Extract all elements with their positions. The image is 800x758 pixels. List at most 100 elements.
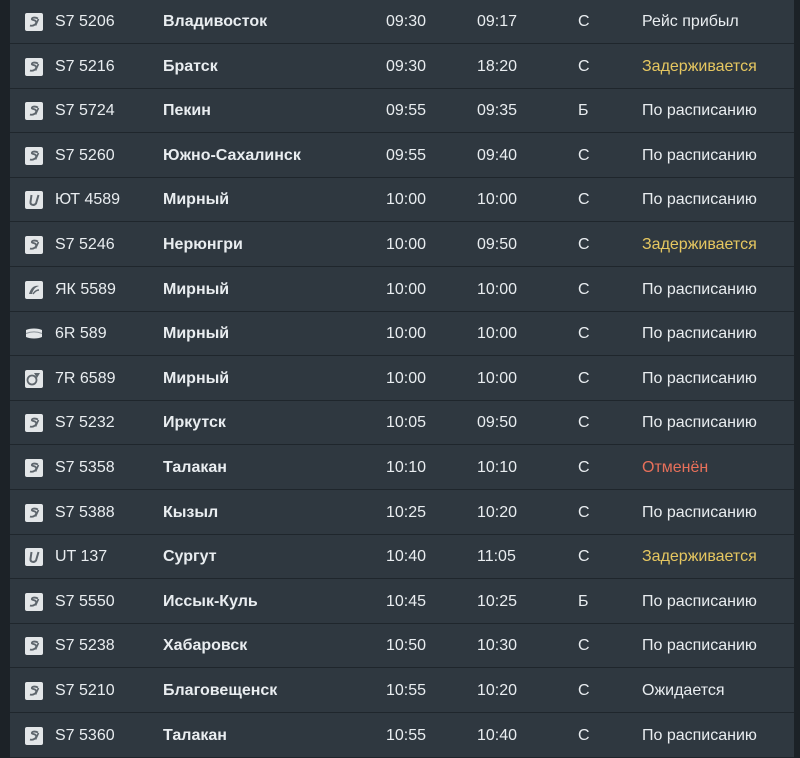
terminal: С	[578, 281, 590, 298]
table-row: S7 5216 Братск 09:30 18:20 С Задерживается	[10, 45, 794, 89]
terminal: Б	[578, 102, 589, 119]
utair-logo-icon	[25, 191, 43, 209]
flight-status: По расписанию	[642, 637, 757, 654]
flight-status: По расписанию	[642, 191, 757, 208]
flight-number: S7 5232	[55, 414, 115, 431]
flight-board: S7 5206 Владивосток 09:30 09:17 С Рейс прибыл…	[10, 0, 794, 758]
table-row: 6R 589 Мирный 10:00 10:00 С По расписанию	[10, 312, 794, 356]
destination: Мирный	[163, 370, 230, 387]
actual-time: 09:17	[477, 13, 518, 30]
table-row: S7 5260 Южно-Сахалинск 09:55 09:40 С По распи…	[10, 134, 794, 178]
actual-time: 09:35	[477, 102, 518, 119]
scheduled-time: 10:00	[386, 236, 427, 253]
alrosa-logo-icon	[25, 325, 43, 343]
scheduled-time: 09:30	[386, 58, 427, 75]
actual-time: 10:00	[477, 191, 518, 208]
scheduled-time: 10:40	[386, 548, 427, 565]
destination: Кызыл	[163, 504, 219, 521]
flight-status: По расписанию	[642, 370, 757, 387]
table-row: S7 5232 Иркутск 10:05 09:50 С По расписанию	[10, 401, 794, 445]
terminal: С	[578, 727, 590, 744]
flight-number: S7 5550	[55, 593, 115, 610]
flight-status: Задерживается	[642, 58, 757, 75]
actual-time: 10:25	[477, 593, 518, 610]
flight-status: Задерживается	[642, 236, 757, 253]
table-row: UT 137 Сургут 10:40 11:05 С Задерживается	[10, 535, 794, 579]
s7-logo-icon	[25, 593, 43, 611]
s7-logo-icon	[25, 236, 43, 254]
flight-number: S7 5360	[55, 727, 115, 744]
s7-logo-icon	[25, 504, 43, 522]
scheduled-time: 10:55	[386, 682, 427, 699]
scheduled-time: 10:45	[386, 593, 427, 610]
table-row: S7 5360 Талакан 10:55 10:40 С По расписанию	[10, 714, 794, 758]
utair-logo-icon	[25, 548, 43, 566]
destination: Мирный	[163, 191, 230, 208]
scheduled-time: 10:00	[386, 191, 427, 208]
scheduled-time: 10:10	[386, 459, 427, 476]
terminal: С	[578, 13, 590, 30]
terminal: С	[578, 414, 590, 431]
scheduled-time: 09:30	[386, 13, 427, 30]
actual-time: 09:50	[477, 236, 518, 253]
destination: Владивосток	[163, 13, 268, 30]
flight-status: По расписанию	[642, 414, 757, 431]
flight-status: По расписанию	[642, 504, 757, 521]
destination: Мирный	[163, 281, 230, 298]
destination: Сургут	[163, 548, 217, 565]
actual-time: 10:00	[477, 325, 518, 342]
scheduled-time: 10:00	[386, 281, 427, 298]
flight-status: По расписанию	[642, 325, 757, 342]
actual-time: 10:00	[477, 370, 518, 387]
flight-number: S7 5260	[55, 147, 115, 164]
actual-time: 10:40	[477, 727, 518, 744]
table-row: ЮТ 4589 Мирный 10:00 10:00 С По расписанию	[10, 178, 794, 222]
actual-time: 10:30	[477, 637, 518, 654]
scheduled-time: 10:00	[386, 370, 427, 387]
s7-logo-icon	[25, 13, 43, 31]
s7-logo-icon	[25, 637, 43, 655]
destination: Иркутск	[163, 414, 226, 431]
flight-number: S7 5724	[55, 102, 115, 119]
scheduled-time: 09:55	[386, 147, 427, 164]
table-row: S7 5206 Владивосток 09:30 09:17 С Рейс прибыл	[10, 0, 794, 44]
scheduled-time: 10:05	[386, 414, 427, 431]
terminal: С	[578, 682, 590, 699]
destination: Южно-Сахалинск	[163, 147, 301, 164]
terminal: С	[578, 236, 590, 253]
yakutia-logo-icon	[25, 281, 43, 299]
table-row: 7R 6589 Мирный 10:00 10:00 С По расписанию	[10, 357, 794, 401]
flight-number: UT 137	[55, 548, 108, 565]
scheduled-time: 10:55	[386, 727, 427, 744]
flight-status: Ожидается	[642, 682, 725, 699]
flight-status: По расписанию	[642, 147, 757, 164]
s7-logo-icon	[25, 102, 43, 120]
destination: Иссык-Куль	[163, 593, 258, 610]
table-row: ЯК 5589 Мирный 10:00 10:00 С По расписанию	[10, 268, 794, 312]
terminal: С	[578, 459, 590, 476]
destination: Пекин	[163, 102, 211, 119]
flight-number: 6R 589	[55, 325, 107, 342]
table-row: S7 5550 Иссык-Куль 10:45 10:25 Б По расписани…	[10, 580, 794, 624]
scheduled-time: 09:55	[386, 102, 427, 119]
terminal: С	[578, 504, 590, 521]
flight-status: Отменён	[642, 459, 709, 476]
flight-number: S7 5388	[55, 504, 115, 521]
terminal: С	[578, 147, 590, 164]
polar-airlines-logo-icon	[25, 370, 43, 388]
table-row: S7 5724 Пекин 09:55 09:35 Б По расписанию	[10, 89, 794, 133]
flight-status: Задерживается	[642, 548, 757, 565]
flight-status: По расписанию	[642, 102, 757, 119]
terminal: С	[578, 637, 590, 654]
actual-time: 18:20	[477, 58, 518, 75]
s7-logo-icon	[25, 459, 43, 477]
destination: Талакан	[163, 459, 227, 476]
actual-time: 10:20	[477, 504, 518, 521]
actual-time: 10:10	[477, 459, 518, 476]
s7-logo-icon	[25, 727, 43, 745]
s7-logo-icon	[25, 58, 43, 76]
flight-status: По расписанию	[642, 281, 757, 298]
flight-number: S7 5210	[55, 682, 115, 699]
destination: Братск	[163, 58, 218, 75]
terminal: С	[578, 191, 590, 208]
